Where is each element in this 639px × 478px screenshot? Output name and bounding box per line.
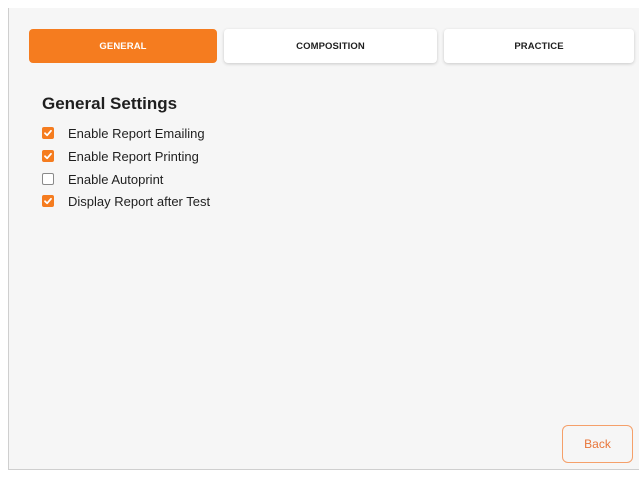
option-label: Enable Autoprint	[68, 171, 164, 187]
checkbox-enable-autoprint[interactable]	[42, 173, 54, 185]
checkbox-display-report-after-test[interactable]	[42, 195, 54, 207]
back-button-label: Back	[584, 437, 611, 451]
section-title: General Settings	[42, 94, 178, 113]
checkmark-icon	[44, 197, 52, 205]
back-button[interactable]: Back	[562, 425, 633, 463]
option-label: Display Report after Test	[68, 193, 211, 209]
checkmark-icon	[44, 152, 52, 160]
option-label: Enable Report Printing	[68, 148, 199, 164]
checkbox-enable-report-emailing[interactable]	[42, 127, 54, 139]
tab-general-label: GENERAL	[99, 40, 147, 52]
checkmark-icon	[44, 129, 52, 137]
option-display-report-after-test[interactable]: Display Report after Test	[42, 192, 210, 210]
tab-practice-label: PRACTICE	[514, 40, 564, 52]
tab-composition-label: COMPOSITION	[296, 40, 365, 52]
tab-composition[interactable]: COMPOSITION	[224, 29, 437, 63]
tab-general[interactable]: GENERAL	[29, 29, 217, 63]
checkbox-enable-report-printing[interactable]	[42, 150, 54, 162]
tab-practice[interactable]: PRACTICE	[444, 29, 634, 63]
option-enable-report-printing[interactable]: Enable Report Printing	[42, 147, 199, 165]
option-enable-report-emailing[interactable]: Enable Report Emailing	[42, 124, 205, 142]
option-label: Enable Report Emailing	[68, 125, 205, 141]
option-enable-autoprint[interactable]: Enable Autoprint	[42, 170, 163, 188]
settings-panel: GENERAL COMPOSITION PRACTICE General Set…	[8, 8, 639, 470]
